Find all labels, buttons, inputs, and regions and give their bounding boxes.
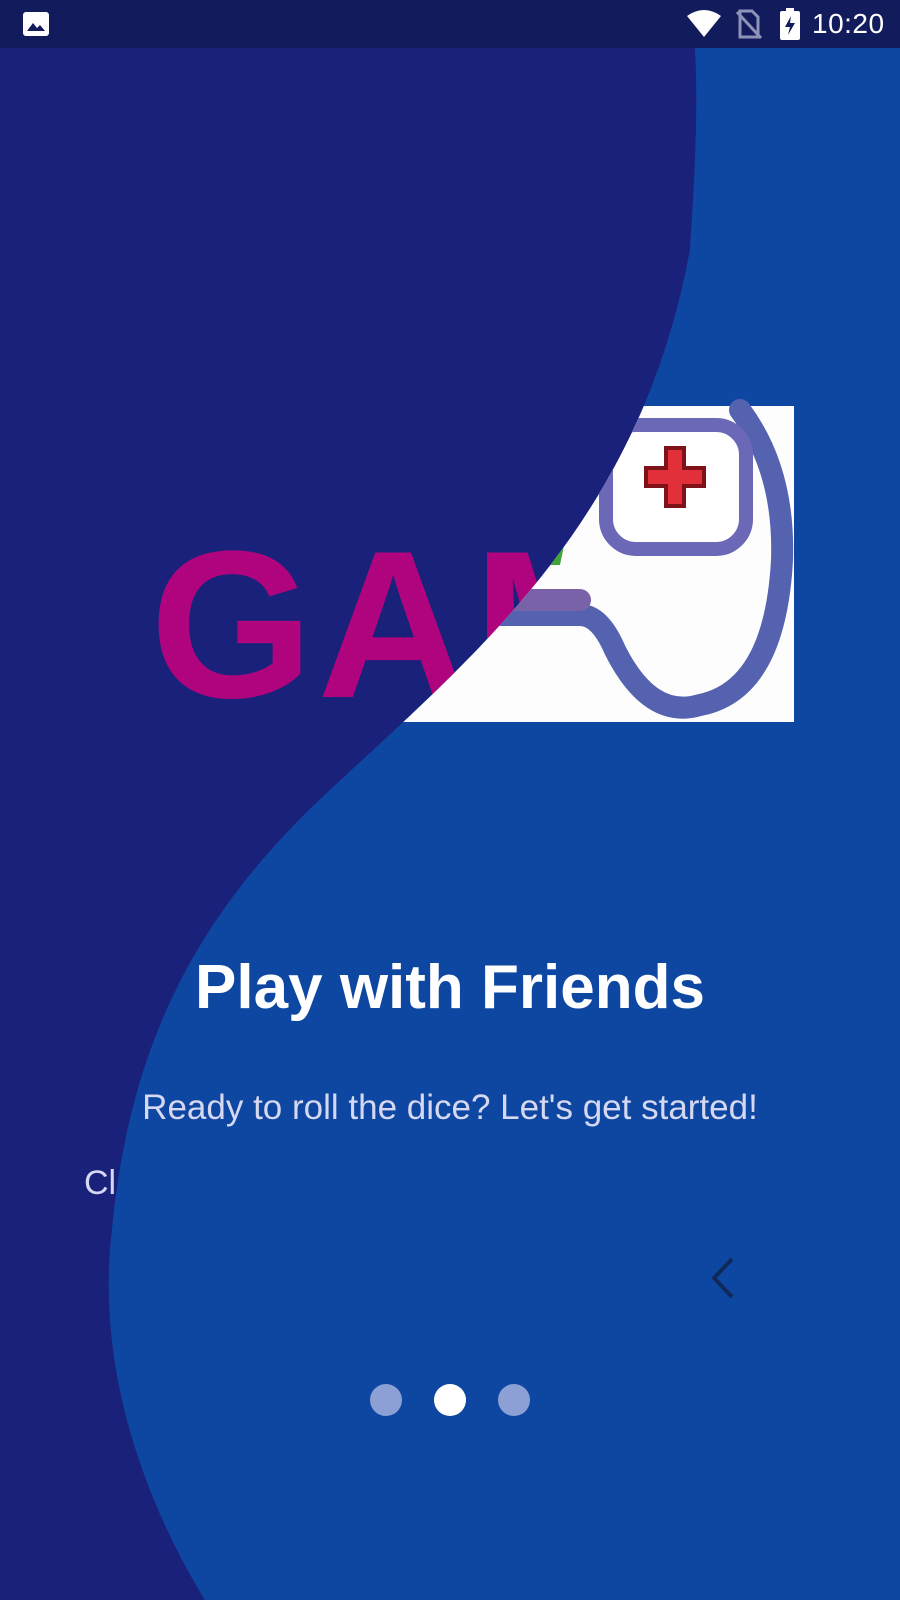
- page-dot[interactable]: [498, 1384, 530, 1416]
- wifi-icon: [687, 10, 721, 37]
- game-controller-image: [340, 399, 794, 722]
- slide-subtitle: Ready to roll the dice? Let's get starte…: [142, 1088, 758, 1127]
- status-time: 10:20: [812, 8, 885, 39]
- chevron-left-icon[interactable]: [708, 1256, 738, 1300]
- image-icon: [23, 12, 49, 36]
- battery-charging-icon: [780, 8, 800, 40]
- no-sim-icon: [736, 9, 762, 39]
- slide-transition-mask: [108, 48, 900, 1600]
- status-bar: 10:20: [0, 0, 900, 48]
- page-dot[interactable]: [434, 1384, 466, 1416]
- page-indicator: [0, 1384, 900, 1418]
- slide-title: Play with Friends: [195, 953, 705, 1022]
- page-dot[interactable]: [370, 1384, 402, 1416]
